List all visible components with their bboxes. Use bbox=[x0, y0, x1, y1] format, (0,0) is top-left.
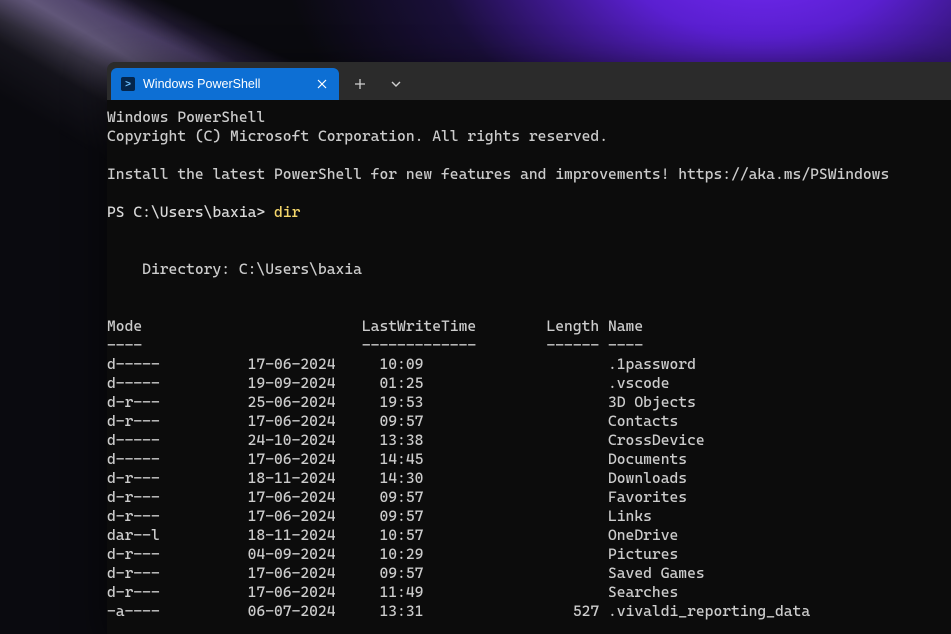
terminal-body[interactable]: Windows PowerShell Copyright (C) Microso… bbox=[107, 100, 951, 634]
tab-title: Windows PowerShell bbox=[143, 77, 305, 91]
new-tab-button[interactable] bbox=[345, 68, 375, 100]
terminal-window: > Windows PowerShell Windows PowerShell … bbox=[107, 62, 951, 634]
tab-close-button[interactable] bbox=[313, 75, 331, 93]
tab-dropdown-button[interactable] bbox=[381, 68, 411, 100]
tab-strip: > Windows PowerShell bbox=[107, 62, 951, 100]
powershell-icon: > bbox=[121, 77, 135, 91]
tab-powershell[interactable]: > Windows PowerShell bbox=[111, 68, 339, 100]
